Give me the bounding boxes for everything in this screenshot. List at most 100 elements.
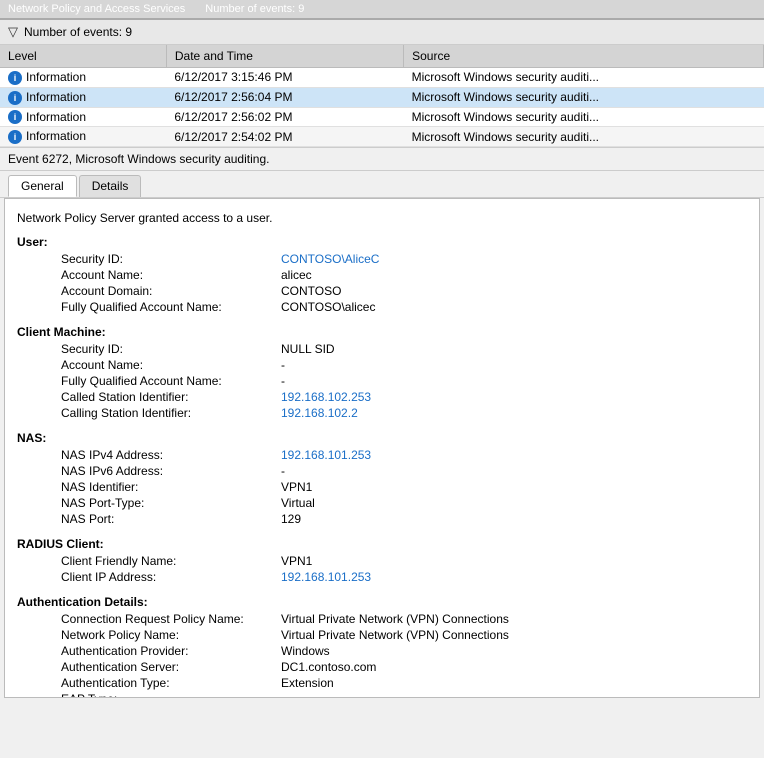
field-value: 192.168.101.253 — [277, 447, 760, 463]
table-row[interactable]: iInformation6/12/2017 3:15:46 PMMicrosof… — [0, 68, 764, 88]
field-value: DC1.contoso.com — [277, 659, 760, 675]
cell-level: iInformation — [0, 87, 166, 107]
field-label: NAS Port: — [57, 511, 277, 527]
field-value: CONTOSO\AliceC — [277, 251, 760, 267]
section-title: Authentication Details: — [17, 595, 747, 609]
detail-section: NAS:NAS IPv4 Address:192.168.101.253NAS … — [17, 431, 747, 527]
cell-source: Microsoft Windows security auditi... — [404, 87, 764, 107]
field-row: NAS IPv6 Address:- — [57, 463, 760, 479]
filter-bar: ▽ Number of events: 9 — [0, 20, 764, 45]
field-row: Authentication Server:DC1.contoso.com — [57, 659, 760, 675]
field-value: CONTOSO\alicec — [277, 299, 760, 315]
field-value: VPN1 — [277, 479, 760, 495]
field-value: CONTOSO — [277, 283, 760, 299]
field-row: NAS IPv4 Address:192.168.101.253 — [57, 447, 760, 463]
filter-label: Number of events: 9 — [24, 25, 132, 39]
col-source: Source — [404, 45, 764, 68]
field-label: Authentication Type: — [57, 675, 277, 691]
field-label: Authentication Provider: — [57, 643, 277, 659]
field-label: Account Name: — [57, 357, 277, 373]
field-row: NAS Port:129 — [57, 511, 760, 527]
detail-panel: Network Policy Server granted access to … — [4, 198, 760, 698]
field-row: Connection Request Policy Name:Virtual P… — [57, 611, 760, 627]
field-table: Client Friendly Name:VPN1Client IP Addre… — [57, 553, 760, 585]
info-icon: i — [8, 110, 22, 124]
field-row: NAS Port-Type:Virtual — [57, 495, 760, 511]
field-value: Extension — [277, 675, 760, 691]
field-value: - — [277, 373, 760, 389]
field-table: Security ID:CONTOSO\AliceCAccount Name:a… — [57, 251, 760, 315]
section-title: RADIUS Client: — [17, 537, 747, 551]
field-label: Client Friendly Name: — [57, 553, 277, 569]
field-label: NAS Port-Type: — [57, 495, 277, 511]
field-row: Calling Station Identifier:192.168.102.2 — [57, 405, 760, 421]
events-count-title: Number of events: 9 — [205, 3, 304, 15]
field-label: Fully Qualified Account Name: — [57, 373, 277, 389]
col-datetime: Date and Time — [166, 45, 403, 68]
field-value: 192.168.102.2 — [277, 405, 760, 421]
detail-section: User:Security ID:CONTOSO\AliceCAccount N… — [17, 235, 747, 315]
field-value: Windows — [277, 643, 760, 659]
field-row: Fully Qualified Account Name:- — [57, 373, 760, 389]
field-row: Authentication Provider:Windows — [57, 643, 760, 659]
field-label: Security ID: — [57, 341, 277, 357]
col-level: Level — [0, 45, 166, 68]
field-value: - — [277, 691, 760, 698]
cell-datetime: 6/12/2017 2:56:02 PM — [166, 107, 403, 127]
field-row: Security ID:NULL SID — [57, 341, 760, 357]
cell-level: iInformation — [0, 68, 166, 88]
field-label: Connection Request Policy Name: — [57, 611, 277, 627]
field-table: NAS IPv4 Address:192.168.101.253NAS IPv6… — [57, 447, 760, 527]
cell-datetime: 6/12/2017 3:15:46 PM — [166, 68, 403, 88]
field-row: Client IP Address:192.168.101.253 — [57, 569, 760, 585]
field-row: Network Policy Name:Virtual Private Netw… — [57, 627, 760, 643]
field-value: VPN1 — [277, 553, 760, 569]
table-row[interactable]: iInformation6/12/2017 2:56:02 PMMicrosof… — [0, 107, 764, 127]
field-label: Fully Qualified Account Name: — [57, 299, 277, 315]
field-label: Calling Station Identifier: — [57, 405, 277, 421]
detail-section: Authentication Details: Connection Reques… — [17, 595, 747, 698]
table-row[interactable]: iInformation6/12/2017 2:54:02 PMMicrosof… — [0, 127, 764, 147]
field-row: NAS Identifier:VPN1 — [57, 479, 760, 495]
field-row: Account Name:- — [57, 357, 760, 373]
field-table: Connection Request Policy Name:Virtual P… — [57, 611, 760, 698]
cell-level: iInformation — [0, 107, 166, 127]
field-row: Called Station Identifier:192.168.102.25… — [57, 389, 760, 405]
field-row: Account Domain:CONTOSO — [57, 283, 760, 299]
field-value: Virtual Private Network (VPN) Connection… — [277, 627, 760, 643]
field-label: NAS Identifier: — [57, 479, 277, 495]
tab-details[interactable]: Details — [79, 175, 142, 197]
field-row: EAP Type:- — [57, 691, 760, 698]
table-row[interactable]: iInformation6/12/2017 2:56:04 PMMicrosof… — [0, 87, 764, 107]
field-table: Security ID:NULL SIDAccount Name:-Fully … — [57, 341, 760, 421]
field-value: - — [277, 463, 760, 479]
field-row: Fully Qualified Account Name:CONTOSO\ali… — [57, 299, 760, 315]
table-header-row: Level Date and Time Source — [0, 45, 764, 68]
section-title: User: — [17, 235, 747, 249]
field-row: Authentication Type:Extension — [57, 675, 760, 691]
field-label: NAS IPv6 Address: — [57, 463, 277, 479]
info-icon: i — [8, 71, 22, 85]
info-icon: i — [8, 130, 22, 144]
cell-datetime: 6/12/2017 2:56:04 PM — [166, 87, 403, 107]
field-label: Security ID: — [57, 251, 277, 267]
field-label: Client IP Address: — [57, 569, 277, 585]
info-icon: i — [8, 91, 22, 105]
detail-main-text: Network Policy Server granted access to … — [17, 211, 747, 225]
event-description: Event 6272, Microsoft Windows security a… — [0, 147, 764, 171]
field-row: Client Friendly Name:VPN1 — [57, 553, 760, 569]
field-label: EAP Type: — [57, 691, 277, 698]
cell-source: Microsoft Windows security auditi... — [404, 127, 764, 147]
field-label: Network Policy Name: — [57, 627, 277, 643]
field-label: Authentication Server: — [57, 659, 277, 675]
field-value: Virtual — [277, 495, 760, 511]
field-label: Called Station Identifier: — [57, 389, 277, 405]
cell-datetime: 6/12/2017 2:54:02 PM — [166, 127, 403, 147]
field-row: Account Name:alicec — [57, 267, 760, 283]
detail-section: RADIUS Client:Client Friendly Name:VPN1C… — [17, 537, 747, 585]
tab-general[interactable]: General — [8, 175, 77, 197]
field-value: - — [277, 357, 760, 373]
field-row: Security ID:CONTOSO\AliceC — [57, 251, 760, 267]
field-label: NAS IPv4 Address: — [57, 447, 277, 463]
field-value: 192.168.101.253 — [277, 569, 760, 585]
